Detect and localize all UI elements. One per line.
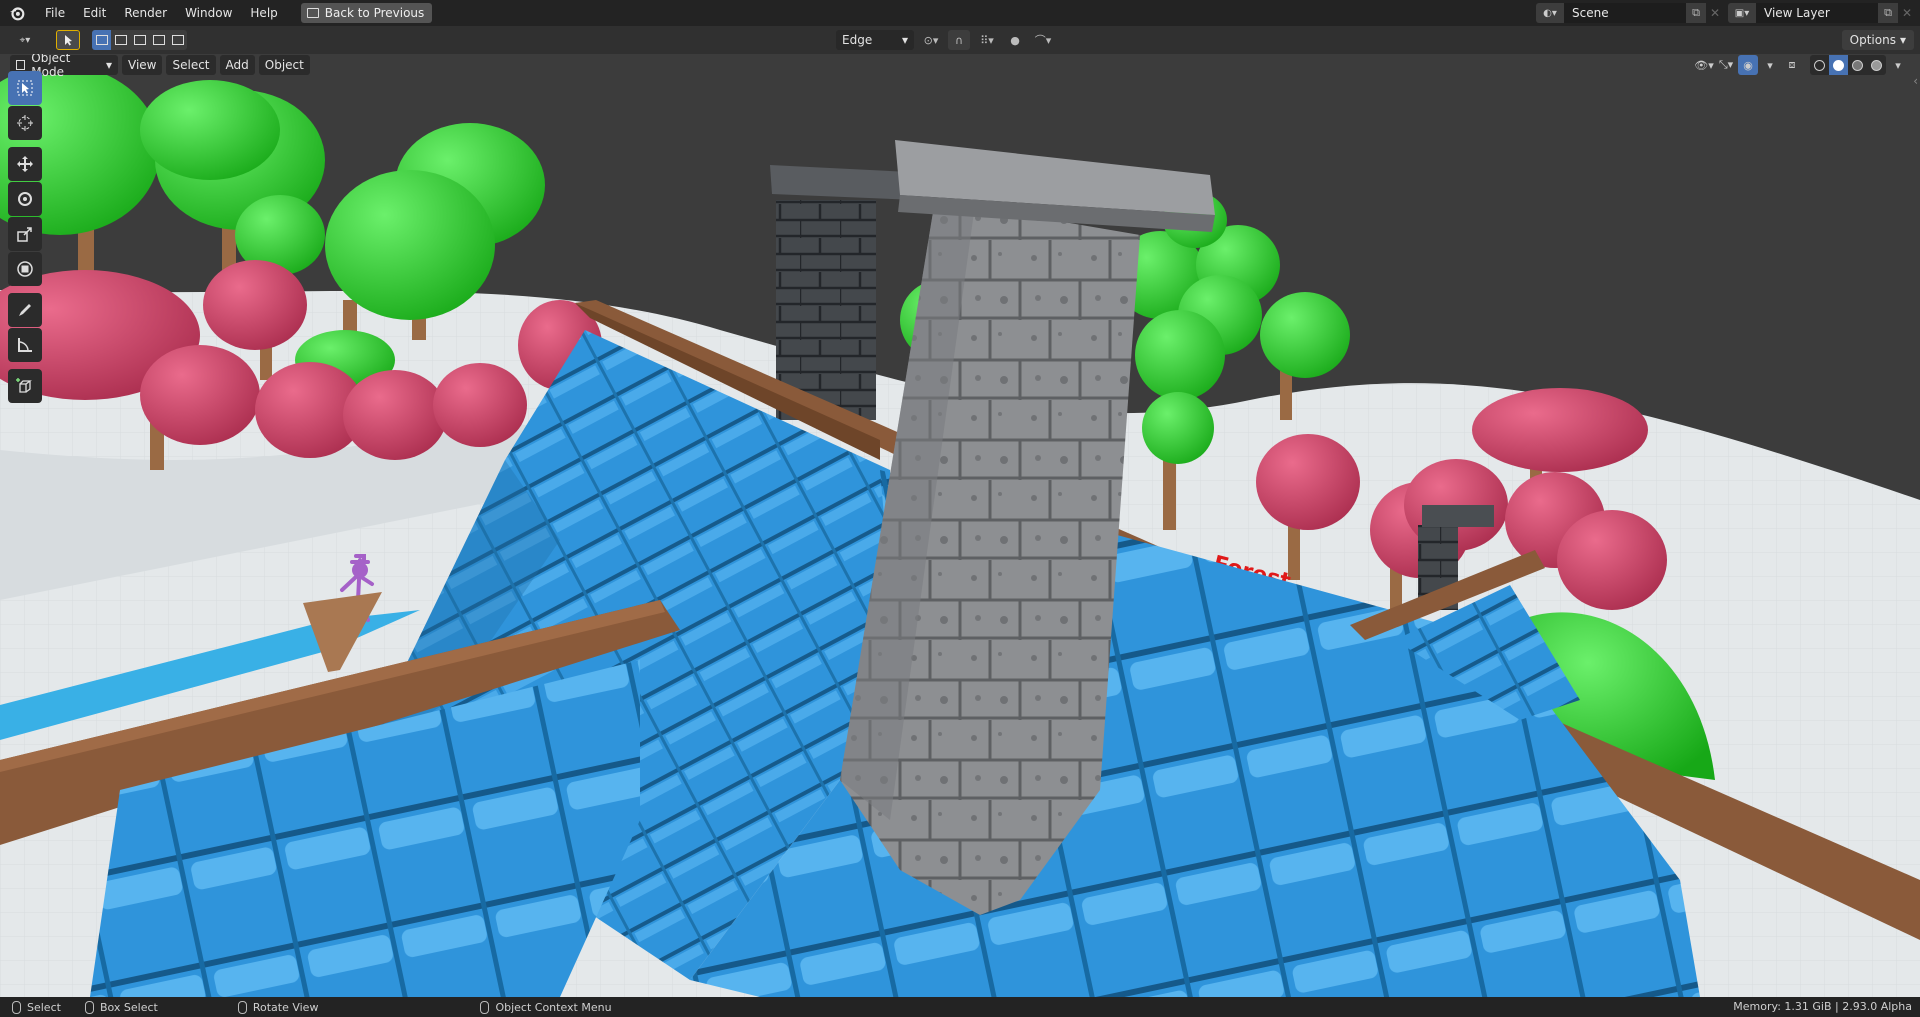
status-context-menu: Object Context Menu (480, 1000, 612, 1014)
xray-toggle-icon[interactable]: ⧈ (1782, 55, 1802, 75)
menu-window[interactable]: Window (176, 2, 241, 24)
wireframe-shading-icon[interactable] (1810, 55, 1829, 75)
blender-logo-icon[interactable] (8, 4, 26, 22)
shading-mode-group (1810, 55, 1886, 75)
viewport-header: Object Mode ▾ View Select Add Object (10, 54, 310, 79)
scale-tool-icon[interactable] (8, 217, 42, 251)
back-to-previous-label: Back to Previous (324, 6, 425, 20)
overlays-icon[interactable]: ◉ (1738, 55, 1758, 75)
back-to-previous-button[interactable]: Back to Previous (300, 3, 433, 23)
select-subtract-icon[interactable] (130, 30, 149, 50)
chevron-down-icon: ▾ (901, 33, 908, 47)
top-menu-bar: File Edit Render Window Help Back to Pre… (0, 0, 1920, 26)
annotate-tool-icon[interactable] (8, 293, 42, 327)
snap-target-dropdown[interactable]: Edge ▾ (836, 30, 914, 50)
status-context-menu-label: Object Context Menu (495, 1000, 612, 1014)
select-extend-icon[interactable] (111, 30, 130, 50)
select-invert-icon[interactable] (149, 30, 168, 50)
selection-mode-group (92, 30, 187, 50)
chevron-down-icon: ▾ (1899, 33, 1906, 47)
mouse-middle-icon (237, 1000, 247, 1014)
status-box-select: Box Select (84, 1000, 158, 1014)
menu-render[interactable]: Render (115, 2, 176, 24)
status-box-select-label: Box Select (99, 1000, 158, 1014)
snap-increment-icon[interactable]: ⠿▾ (976, 30, 998, 50)
screen-icon (306, 8, 319, 18)
select-intersect-icon[interactable] (168, 30, 187, 50)
chevron-down-icon: ▾ (105, 58, 112, 72)
shading-dropdown-icon[interactable]: ▾ (1888, 55, 1908, 75)
material-preview-icon[interactable] (1848, 55, 1867, 75)
active-tool-select-icon[interactable] (56, 30, 80, 50)
status-rotate-view: Rotate View (237, 1000, 319, 1014)
transform-tool-icon[interactable] (8, 252, 42, 286)
rendered-shading-icon[interactable] (1867, 55, 1886, 75)
overlays-dropdown-icon[interactable]: ▾ (1760, 55, 1780, 75)
mouse-right-icon (480, 1000, 490, 1014)
options-button[interactable]: Options ▾ (1841, 30, 1914, 50)
rotate-tool-icon[interactable] (8, 182, 42, 216)
object-mode-icon (16, 60, 26, 70)
mouse-left-icon (12, 1000, 21, 1014)
editor-type-icon[interactable]: ⌖▾ (10, 30, 40, 50)
snap-target-label: Edge (842, 33, 873, 47)
viewport-menu-view[interactable]: View (122, 55, 163, 75)
new-view-layer-icon[interactable]: ⧉ (1878, 3, 1898, 23)
viewport-menu-add[interactable]: Add (219, 55, 255, 75)
scene-render: Forest (0, 54, 1920, 997)
viewport-menu-object[interactable]: Object (258, 55, 310, 75)
scene-controls: ◐▾ Scene ⧉ ✕ ▣▾ View Layer ⧉ ✕ (1536, 0, 1920, 26)
viewport-display-controls: 👁▾ ⤡▾ ◉ ▾ ⧈ ▾ (1694, 54, 1908, 76)
view-layer-selector: ▣▾ View Layer ⧉ ✕ (1728, 3, 1916, 23)
tool-shelf (8, 71, 42, 404)
menu-help[interactable]: Help (241, 2, 286, 24)
status-bar: Select Box Select Rotate View Object Con… (0, 997, 1920, 1017)
scene-selector: ◐▾ Scene ⧉ ✕ (1536, 3, 1724, 23)
view-layer-name-field[interactable]: View Layer (1756, 3, 1878, 23)
sidebar-toggle-icon[interactable]: ‹ (1913, 74, 1918, 88)
scene-icon[interactable]: ◐▾ (1536, 3, 1564, 23)
menu-file[interactable]: File (36, 2, 74, 24)
options-label: Options (1849, 33, 1896, 47)
falloff-icon[interactable]: ⌒▾ (1032, 30, 1054, 50)
memory-version-readout: Memory: 1.31 GiB | 2.93.0 Alpha (1733, 1000, 1912, 1013)
delete-view-layer-icon[interactable]: ✕ (1898, 3, 1916, 23)
measure-tool-icon[interactable] (8, 328, 42, 362)
snap-magnet-icon[interactable]: ∩ (948, 30, 970, 50)
menu-edit[interactable]: Edit (74, 2, 115, 24)
select-new-icon[interactable] (92, 30, 111, 50)
gizmo-icon[interactable]: ⤡▾ (1716, 55, 1736, 75)
status-select-label: Select (27, 1000, 61, 1014)
status-select: Select (12, 1000, 61, 1014)
cursor-tool-icon[interactable] (8, 106, 42, 140)
scene-name-field[interactable]: Scene (1564, 3, 1686, 23)
add-cube-tool-icon[interactable] (8, 369, 42, 403)
proportional-edit-icon[interactable]: ● (1004, 30, 1026, 50)
tool-header: ⌖▾ Edge ▾ ⊙▾ ∩ ⠿▾ ● ⌒▾ Options ▾ (0, 26, 1920, 54)
3d-viewport[interactable]: Forest Object (0, 54, 1920, 997)
delete-scene-icon[interactable]: ✕ (1706, 3, 1724, 23)
status-rotate-view-label: Rotate View (252, 1000, 319, 1014)
select-box-tool-icon[interactable] (8, 71, 42, 105)
solid-shading-icon[interactable] (1829, 55, 1848, 75)
new-scene-icon[interactable]: ⧉ (1686, 3, 1706, 23)
pivot-point-icon[interactable]: ⊙▾ (920, 30, 942, 50)
viewport-menu-select[interactable]: Select (166, 55, 216, 75)
view-layer-icon[interactable]: ▣▾ (1728, 3, 1756, 23)
move-tool-icon[interactable] (8, 147, 42, 181)
mouse-drag-icon (84, 1000, 94, 1014)
visibility-eye-icon[interactable]: 👁▾ (1694, 55, 1714, 75)
